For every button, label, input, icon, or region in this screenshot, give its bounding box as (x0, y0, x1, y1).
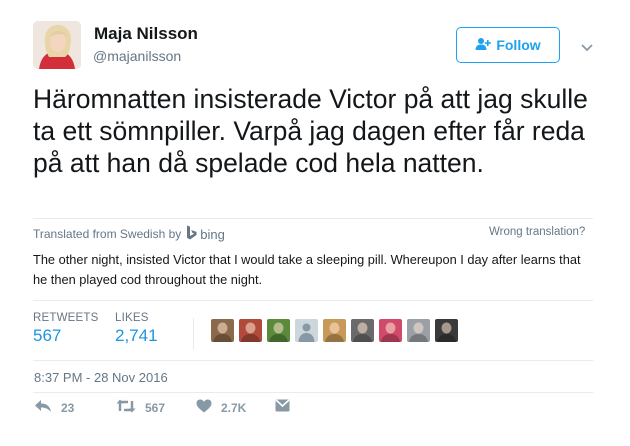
user-display-name[interactable]: Maja Nilsson (94, 24, 198, 44)
liker-avatar[interactable] (407, 319, 430, 342)
follow-button[interactable]: Follow (456, 27, 560, 63)
liker-avatar[interactable] (379, 319, 402, 342)
reply-count: 23 (61, 400, 75, 415)
tweet-text: Häromnatten insisterade Victor på att ja… (33, 84, 588, 178)
translated-label: Translated from Swedish by (33, 227, 182, 241)
stats-divider (193, 318, 194, 350)
bing-logo[interactable]: bing (186, 225, 225, 243)
tweet-timestamp[interactable]: 8:37 PM - 28 Nov 2016 (34, 370, 168, 385)
direct-message-button[interactable] (275, 399, 290, 415)
retweets-stat[interactable]: RETWEETS 567 (33, 312, 99, 346)
like-count: 2.7K (221, 400, 247, 415)
user-handle[interactable]: @majanilsson (93, 48, 181, 64)
retweets-label: RETWEETS (33, 312, 99, 324)
liker-avatar[interactable] (435, 319, 458, 342)
divider (33, 392, 593, 393)
liker-avatar[interactable] (351, 319, 374, 342)
likes-count: 2,741 (115, 326, 158, 345)
follow-label: Follow (496, 37, 541, 53)
bing-icon (186, 225, 197, 243)
retweet-count: 567 (145, 400, 166, 415)
divider (33, 300, 593, 301)
translation-attribution: Translated from Swedish by bing (33, 225, 225, 243)
reply-icon (34, 399, 52, 416)
translated-text: The other night, insisted Victor that I … (33, 252, 581, 287)
liker-avatar[interactable] (295, 319, 318, 342)
divider (33, 218, 593, 219)
add-user-icon (475, 37, 492, 54)
reply-button[interactable]: 23 (34, 399, 74, 416)
wrong-translation-link[interactable]: Wrong translation? (489, 226, 585, 238)
bing-label: bing (200, 226, 225, 242)
heart-icon (196, 399, 212, 416)
envelope-icon (275, 399, 290, 415)
likes-stat[interactable]: LIKES 2,741 (115, 312, 158, 346)
chevron-down-icon[interactable] (580, 40, 594, 52)
liker-avatar[interactable] (267, 319, 290, 342)
liker-avatar[interactable] (211, 319, 234, 342)
like-button[interactable]: 2.7K (196, 399, 246, 416)
retweet-icon (116, 399, 136, 416)
avatar[interactable] (33, 21, 81, 69)
divider (33, 360, 593, 361)
likes-label: LIKES (115, 312, 149, 324)
liked-by-avatars (211, 319, 458, 342)
retweets-count: 567 (33, 326, 62, 345)
liker-avatar[interactable] (239, 319, 262, 342)
retweet-button[interactable]: 567 (116, 399, 165, 416)
liker-avatar[interactable] (323, 319, 346, 342)
